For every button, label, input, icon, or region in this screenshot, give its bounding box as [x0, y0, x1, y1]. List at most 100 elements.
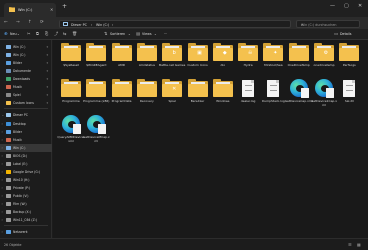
sidebar-item[interactable]: Downloads ✦: [0, 75, 52, 83]
breadcrumb-item-this-pc[interactable]: Dieser PC: [71, 23, 87, 27]
details-button[interactable]: Details: [340, 32, 351, 36]
search-icon: ⌕: [301, 22, 304, 27]
navigation-pane[interactable]: Win (C:) ✦ Win (C:) ✦ Bilder ✦ Dokumente ✦ Downl…: [0, 40, 52, 238]
expand-chevron-icon[interactable]: ›: [2, 122, 3, 126]
folder-item[interactable]: Benutzer: [186, 79, 210, 113]
sidebar-item[interactable]: › BIOS (D:): [0, 152, 52, 160]
view-button[interactable]: Views: [142, 32, 152, 36]
expand-chevron-icon[interactable]: ›: [2, 170, 3, 174]
refresh-button[interactable]: ⟳: [40, 20, 44, 25]
folder-item[interactable]: Recovery: [135, 79, 159, 113]
share-icon[interactable]: ⇆: [63, 31, 67, 37]
folder-item[interactable]: ☠ Hydra: [236, 43, 260, 77]
file-item[interactable]: GetDeviceMCap.xml: [83, 115, 110, 149]
expand-chevron-icon[interactable]: ›: [2, 130, 3, 134]
chevron-down-icon[interactable]: ⌄: [17, 32, 20, 36]
expand-chevron-icon[interactable]: ›: [2, 146, 3, 150]
folder-item[interactable]: Windows: [211, 79, 235, 113]
file-item[interactable]: GetDevice1Cap.xml: [311, 79, 337, 113]
sidebar-item[interactable]: › Film (W:): [0, 200, 52, 208]
minimize-button[interactable]: —: [330, 3, 335, 9]
close-window-button[interactable]: ✕: [358, 3, 362, 9]
expand-chevron-icon[interactable]: ›: [2, 186, 3, 190]
sidebar-item[interactable]: › Backup (X:): [0, 208, 52, 216]
expand-chevron-icon[interactable]: ›: [2, 202, 3, 206]
sidebar-item[interactable]: › Bilder: [0, 128, 52, 136]
maximize-button[interactable]: ▢: [344, 3, 349, 9]
sidebar-item[interactable]: › Google Drive (G:): [0, 168, 52, 176]
rename-icon[interactable]: ⤴: [54, 31, 58, 37]
folder-item[interactable]: ◆ dio: [211, 43, 235, 77]
expand-chevron-icon[interactable]: ›: [2, 138, 3, 142]
sidebar-item[interactable]: › Musik: [0, 136, 52, 144]
sidebar-item[interactable]: › Private (P:): [0, 184, 52, 192]
chevron-down-icon[interactable]: ⌄: [154, 32, 157, 36]
forward-button[interactable]: →: [16, 20, 20, 25]
tiles-view-icon[interactable]: ▦: [357, 242, 361, 247]
new-tab-button[interactable]: +: [62, 4, 67, 10]
sort-button[interactable]: Sortieren: [110, 32, 125, 36]
file-item[interactable]: QueryAMDDevice.xml: [57, 115, 85, 149]
sidebar-item[interactable]: Dokumente ✦: [0, 67, 52, 75]
folder-item[interactable]: ⚙ onedrivetemp: [312, 43, 336, 77]
folder-item[interactable]: AMD: [110, 43, 134, 77]
item-name: PerfLogs: [342, 63, 356, 67]
details-view-icon[interactable]: ☰: [348, 242, 352, 247]
expand-chevron-icon[interactable]: ›: [2, 154, 3, 158]
expand-chevron-icon[interactable]: ›: [2, 218, 3, 222]
folder-item[interactable]: OneDriveTemp: [287, 43, 311, 77]
expand-chevron-icon[interactable]: ›: [2, 210, 3, 214]
new-button[interactable]: Neu: [10, 32, 17, 36]
delete-icon[interactable]: 🗑: [72, 31, 77, 37]
file-item[interactable]: DumpStack.log: [261, 79, 285, 113]
sidebar-item[interactable]: ⌄ Dieser PC: [0, 111, 52, 119]
copy-icon[interactable]: ⧉: [36, 31, 39, 37]
expand-chevron-icon[interactable]: ›: [2, 230, 3, 234]
folder-item[interactable]: b Battle.net Games: [159, 43, 185, 77]
folder-item[interactable]: $SysReset: [59, 43, 83, 77]
sidebar-item[interactable]: Win (C:) ✦: [0, 43, 52, 51]
more-options-button[interactable]: ···: [164, 32, 167, 36]
sidebar-item[interactable]: › Win10 (H:): [0, 176, 52, 184]
chevron-down-icon[interactable]: ⌄: [128, 32, 131, 36]
folder-item[interactable]: ▣ Custom Icons: [186, 43, 210, 77]
sidebar-item[interactable]: › Lokal (E:): [0, 160, 52, 168]
sidebar-item[interactable]: Win (C:) ✦: [0, 51, 52, 59]
breadcrumb[interactable]: Dieser PC › Win (C:) ›: [59, 19, 291, 28]
sidebar-item[interactable]: › Win11_C64 (Z:): [0, 216, 52, 224]
sidebar-item[interactable]: Bilder ✦: [0, 59, 52, 67]
search-input[interactable]: Win (C:) durchsuchen ⌕: [296, 19, 360, 28]
file-item[interactable]: GetDeviceCap.xml: [285, 79, 313, 113]
expand-chevron-icon[interactable]: ›: [2, 194, 3, 198]
sidebar-item[interactable]: Musik ✦: [0, 83, 52, 91]
tab-win-c[interactable]: Win (C:) ✕: [4, 3, 56, 17]
sidebar-item[interactable]: › Public (V:): [0, 192, 52, 200]
folder-item[interactable]: Programme (x86): [83, 79, 109, 113]
back-button[interactable]: ←: [4, 20, 8, 25]
file-item[interactable]: hal.dll: [337, 79, 361, 113]
sidebar-item[interactable]: › Desktop: [0, 120, 52, 128]
folder-icon: [212, 79, 234, 98]
sidebar-item[interactable]: › Netzwerk: [0, 228, 52, 236]
folder-item[interactable]: ✦ Minitool/Sea: [261, 43, 285, 77]
folder-item[interactable]: Amdstatus: [135, 43, 159, 77]
expand-chevron-icon[interactable]: ›: [2, 162, 3, 166]
expand-chevron-icon[interactable]: ⌄: [2, 113, 5, 117]
up-button[interactable]: ↑: [28, 20, 32, 25]
paste-icon[interactable]: ⎘: [45, 31, 48, 37]
folder-item[interactable]: Programme: [59, 79, 83, 113]
network-icon: [6, 229, 11, 234]
folder-item[interactable]: $WinREAgent: [84, 43, 108, 77]
expand-chevron-icon[interactable]: ›: [2, 178, 3, 182]
breadcrumb-item-drive[interactable]: Win (C:): [96, 23, 109, 27]
file-item[interactable]: dealer.log: [236, 79, 260, 113]
tab-close-icon[interactable]: ✕: [50, 7, 53, 12]
sidebar-item[interactable]: Spiel ✦: [0, 91, 52, 99]
folder-item[interactable]: PerfLogs: [337, 43, 361, 77]
folder-item[interactable]: ProgramData: [110, 79, 134, 113]
cut-icon[interactable]: ✂: [27, 31, 31, 37]
sidebar-item[interactable]: › Win (C:): [0, 144, 52, 152]
folder-item[interactable]: ✕ Spiel: [160, 79, 184, 113]
sidebar-item[interactable]: Custom Icons ✦: [0, 99, 52, 107]
sidebar-item-label: Downloads: [13, 77, 30, 81]
